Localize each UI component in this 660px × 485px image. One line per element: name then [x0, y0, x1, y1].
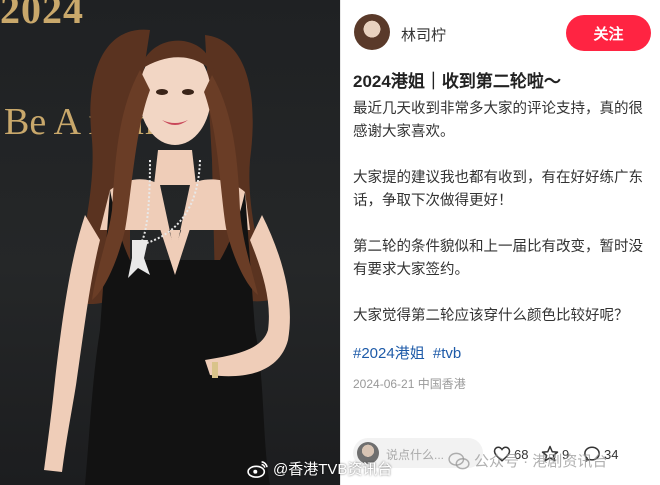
post-panel: 林司柠 关注 2024港姐｜收到第二轮啦～ 最近几天收到非常多大家的评论支持，真… — [340, 0, 660, 485]
author-name[interactable]: 林司柠 — [401, 24, 446, 45]
comment-placeholder: 说点什么... — [386, 448, 445, 462]
post-date: 2024-06-21 — [353, 377, 415, 391]
wechat-watermark: 公众号 · 港剧资讯台 — [448, 450, 607, 471]
hashtag-link[interactable]: #2024港姐 — [353, 345, 425, 362]
post-photo[interactable]: 2024 Be A man — — [0, 0, 340, 485]
post-paragraph: 第二轮的条件貌似和上一届比有改变，暂时没有要求大家签约。 — [353, 239, 643, 278]
post-title: 2024港姐｜收到第二轮啦～ — [353, 72, 561, 91]
post-paragraph: 最近几天收到非常多大家的评论支持，真的很感谢大家喜欢。 — [353, 101, 643, 140]
post-meta: 2024-06-21 中国香港 — [353, 375, 466, 392]
post-location: 中国香港 — [417, 377, 466, 391]
post-body: 最近几天收到非常多大家的评论支持，真的很感谢大家喜欢。 大家提的建议我也都有收到… — [353, 98, 655, 351]
weibo-logo-icon — [247, 460, 268, 478]
post-paragraph: 大家提的建议我也都有收到，有在好好练广东话，争取下次做得更好！ — [353, 170, 643, 209]
wechat-icon — [448, 452, 470, 469]
woman-in-black-dress-illustration — [44, 29, 290, 485]
author-avatar[interactable] — [354, 14, 390, 50]
post-paragraph: 大家觉得第二轮应该穿什么颜色比较好呢？ — [353, 308, 629, 324]
weibo-watermark-text: @香港TVB资讯台 — [273, 461, 393, 478]
wechat-watermark-text: 公众号 · 港剧资讯台 — [474, 453, 608, 470]
post-tags: #2024港姐 #tvb — [353, 342, 465, 363]
weibo-watermark: @香港TVB资讯台 — [247, 458, 392, 479]
hashtag-link[interactable]: #tvb — [433, 345, 461, 362]
follow-button[interactable]: 关注 — [566, 15, 651, 51]
